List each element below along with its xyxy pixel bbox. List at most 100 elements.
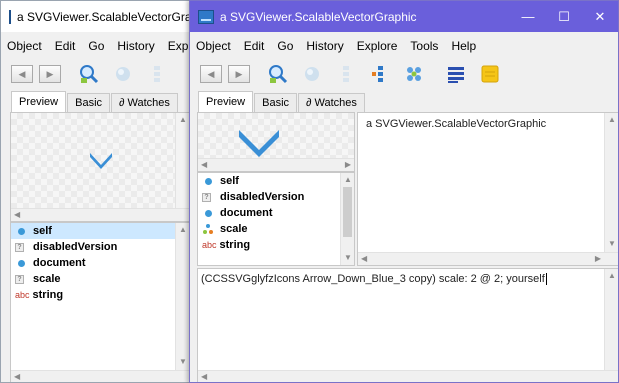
workspace-hscrollbar[interactable]: ◀ xyxy=(198,370,618,382)
hierarchy-icon[interactable] xyxy=(334,63,358,85)
back-toolbar: ◀ ▶ xyxy=(1,59,199,89)
value-hscrollbar[interactable]: ◀ ▶ xyxy=(358,252,618,265)
tab-preview[interactable]: Preview xyxy=(198,91,254,112)
workspace-vscrollbar[interactable]: ▲ xyxy=(604,269,618,382)
fields-vscrollbar[interactable]: ▲ ▼ xyxy=(175,223,189,382)
field-disabledversion[interactable]: ? disabledVersion xyxy=(11,239,175,255)
field-label: self xyxy=(220,175,239,187)
field-label: disabledVersion xyxy=(220,191,305,203)
field-label: document xyxy=(33,257,86,269)
sphere-icon[interactable] xyxy=(111,63,135,85)
back-title-bar[interactable]: a SVGViewer.ScalableVectorGraphic xyxy=(1,1,199,32)
workspace-editor[interactable]: (CCSSVGglyfzIcons Arrow_Down_Blue_3 copy… xyxy=(201,273,547,286)
field-scale[interactable]: scale xyxy=(198,221,340,237)
back-button[interactable]: ◀ xyxy=(11,65,33,83)
tab-basic[interactable]: Basic xyxy=(254,93,298,112)
menu-go[interactable]: Go xyxy=(88,39,104,53)
object-dot-icon xyxy=(202,207,214,219)
inspect-icon[interactable] xyxy=(266,63,290,85)
object-dot-icon xyxy=(202,175,214,187)
back-window-title: a SVGViewer.ScalableVectorGraphic xyxy=(17,9,200,24)
tab-preview[interactable]: Preview xyxy=(11,91,67,112)
fields-vscrollbar[interactable]: ▲ ▼ xyxy=(340,173,354,265)
window-controls: — ☐ ✕ xyxy=(510,1,618,32)
menu-help[interactable]: Help xyxy=(451,39,476,53)
preview-vscrollbar[interactable]: ▲ xyxy=(175,113,189,221)
hierarchy-icon[interactable] xyxy=(145,63,169,85)
tab-bar: Preview Basic ∂ Watches xyxy=(198,91,366,112)
back-button[interactable]: ◀ xyxy=(200,65,222,83)
field-document[interactable]: document xyxy=(198,205,340,221)
app-icon xyxy=(9,9,11,24)
close-button[interactable]: ✕ xyxy=(582,1,618,32)
value-vscrollbar[interactable]: ▲ ▼ xyxy=(604,113,618,265)
object-dot-icon xyxy=(15,257,27,269)
field-label: string xyxy=(32,289,64,301)
forward-button[interactable]: ▶ xyxy=(39,65,61,83)
field-string[interactable]: abc string xyxy=(11,287,175,303)
minimize-button[interactable]: — xyxy=(510,1,546,32)
string-abc-icon: abc xyxy=(15,290,30,300)
unknown-value-icon: ? xyxy=(202,192,211,202)
back-tab-bar: Preview Basic ∂ Watches xyxy=(11,91,179,112)
menu-tools[interactable]: Tools xyxy=(410,39,438,53)
back-fields-list[interactable]: self ? disabledVersion document ? scale ab… xyxy=(10,222,190,382)
value-pane[interactable]: a SVGViewer.ScalableVectorGraphic ▲ ▼ ◀ ▶ xyxy=(357,112,618,266)
preview-hscrollbar[interactable]: ◀ xyxy=(11,208,189,221)
scroll-thumb[interactable] xyxy=(343,187,352,237)
menu-go[interactable]: Go xyxy=(277,39,293,53)
preview-pane[interactable]: ◀ ▶ xyxy=(197,112,355,172)
menu-history[interactable]: History xyxy=(117,39,154,53)
field-label: scale xyxy=(33,273,61,285)
menu-edit[interactable]: Edit xyxy=(55,39,76,53)
field-document[interactable]: document xyxy=(11,255,175,271)
object-dot-icon xyxy=(15,225,27,237)
fields-list[interactable]: self ? disabledVersion document scale abc… xyxy=(197,172,355,266)
workspace-pane[interactable]: (CCSSVGglyfzIcons Arrow_Down_Blue_3 copy… xyxy=(197,268,618,382)
collection-icon xyxy=(202,223,214,235)
inspector-window[interactable]: a SVGViewer.ScalableVectorGraphic — ☐ ✕ … xyxy=(189,0,619,383)
menu-bar: Object Edit Go History Explore Tools Hel… xyxy=(190,35,618,57)
forward-button[interactable]: ▶ xyxy=(228,65,250,83)
field-self[interactable]: self xyxy=(198,173,340,189)
menu-explore[interactable]: Explore xyxy=(357,39,398,53)
chevron-down-icon xyxy=(90,153,112,169)
field-self[interactable]: self xyxy=(11,223,175,239)
sphere-icon[interactable] xyxy=(300,63,324,85)
tab-basic[interactable]: Basic xyxy=(67,93,111,112)
field-disabledversion[interactable]: ? disabledVersion xyxy=(198,189,340,205)
maximize-button[interactable]: ☐ xyxy=(546,1,582,32)
app-icon xyxy=(198,9,214,24)
cluster-icon[interactable] xyxy=(402,63,426,85)
unknown-value-icon: ? xyxy=(15,274,24,284)
text-caret xyxy=(545,273,547,286)
title-bar[interactable]: a SVGViewer.ScalableVectorGraphic — ☐ ✕ xyxy=(190,1,618,32)
workspace-text: (CCSSVGglyfzIcons Arrow_Down_Blue_3 copy… xyxy=(201,273,545,285)
implementors-icon[interactable] xyxy=(368,63,392,85)
back-preview-pane[interactable]: ▲ ◀ xyxy=(10,112,190,222)
menu-history[interactable]: History xyxy=(306,39,343,53)
preview-hscrollbar[interactable]: ◀ ▶ xyxy=(198,158,354,171)
menu-object[interactable]: Object xyxy=(196,39,231,53)
field-string[interactable]: abc string xyxy=(198,237,340,253)
sticky-note-icon[interactable] xyxy=(478,63,502,85)
value-text: a SVGViewer.ScalableVectorGraphic xyxy=(366,118,547,130)
field-label: disabledVersion xyxy=(33,241,118,253)
chevron-down-icon xyxy=(239,130,279,157)
string-abc-icon: abc xyxy=(202,240,217,250)
back-menu-bar: Object Edit Go History Explo xyxy=(1,35,199,57)
menu-edit[interactable]: Edit xyxy=(244,39,265,53)
background-inspector-window[interactable]: a SVGViewer.ScalableVectorGraphic Object… xyxy=(0,0,200,383)
field-label: self xyxy=(33,225,52,237)
fields-hscrollbar[interactable]: ◀ xyxy=(11,370,189,382)
field-scale[interactable]: ? scale xyxy=(11,271,175,287)
inspect-icon[interactable] xyxy=(77,63,101,85)
unknown-value-icon: ? xyxy=(15,242,24,252)
methods-list-icon[interactable] xyxy=(444,63,468,85)
field-label: scale xyxy=(220,223,248,235)
toolbar: ◀ ▶ xyxy=(190,59,618,89)
window-title: a SVGViewer.ScalableVectorGraphic xyxy=(220,9,417,24)
menu-object[interactable]: Object xyxy=(7,39,42,53)
tab-watches[interactable]: ∂ Watches xyxy=(111,93,178,112)
tab-watches[interactable]: ∂ Watches xyxy=(298,93,365,112)
